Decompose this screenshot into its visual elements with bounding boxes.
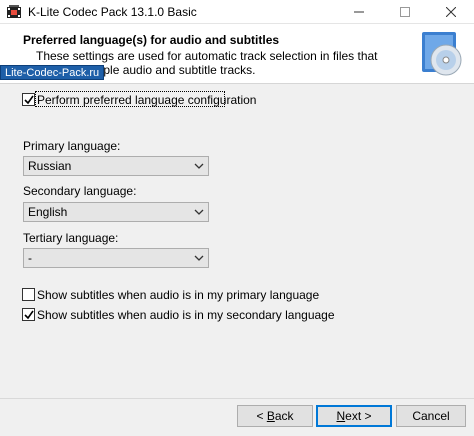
title-bar: K-Lite Codec Pack 13.1.0 Basic — [0, 0, 474, 24]
klite-app-icon — [7, 5, 21, 18]
back-accel: B — [266, 409, 275, 423]
secondary-language-label: Secondary language: — [23, 184, 137, 198]
cd-disc-icon — [422, 32, 462, 76]
close-button[interactable] — [428, 0, 474, 24]
primary-language-value: Russian — [28, 159, 72, 173]
chevron-down-icon — [194, 163, 204, 169]
minimize-icon — [354, 11, 364, 13]
cancel-button[interactable]: Cancel — [396, 405, 466, 427]
secondary-language-select[interactable]: English — [23, 202, 209, 222]
subs-primary-label[interactable]: Show subtitles when audio is in my prima… — [37, 288, 319, 302]
subs-primary-checkbox[interactable] — [22, 288, 35, 301]
chevron-down-icon — [194, 255, 204, 261]
subs-secondary-label[interactable]: Show subtitles when audio is in my secon… — [37, 308, 335, 322]
tertiary-language-value: - — [28, 251, 32, 265]
checkmark-icon — [23, 310, 34, 319]
back-button[interactable]: < Back — [237, 405, 313, 427]
chevron-down-icon — [194, 209, 204, 215]
checkmark-icon — [23, 95, 34, 104]
subs-secondary-checkbox[interactable] — [22, 308, 35, 321]
next-button[interactable]: Next > — [316, 405, 392, 427]
watermark-label: Lite-Codec-Pack.ru — [0, 65, 105, 80]
primary-language-label: Primary language: — [23, 139, 121, 153]
perform-config-label[interactable]: Perform preferred language configuration — [37, 93, 256, 107]
next-rest: ext — [345, 409, 362, 423]
primary-language-select[interactable]: Russian — [23, 156, 209, 176]
back-prefix: < — [256, 409, 267, 423]
maximize-icon — [400, 7, 410, 17]
secondary-language-value: English — [28, 205, 68, 219]
page-title: Preferred language(s) for audio and subt… — [23, 33, 280, 47]
tertiary-language-select[interactable]: - — [23, 248, 209, 268]
next-accel: N — [336, 409, 346, 423]
perform-config-checkbox[interactable] — [22, 93, 35, 106]
window-title: K-Lite Codec Pack 13.1.0 Basic — [28, 5, 197, 19]
minimize-button[interactable] — [336, 0, 382, 24]
maximize-button[interactable] — [382, 0, 428, 24]
next-suffix: > — [361, 409, 372, 423]
tertiary-language-label: Tertiary language: — [23, 231, 119, 245]
back-rest: ack — [274, 409, 294, 423]
close-icon — [446, 7, 456, 17]
